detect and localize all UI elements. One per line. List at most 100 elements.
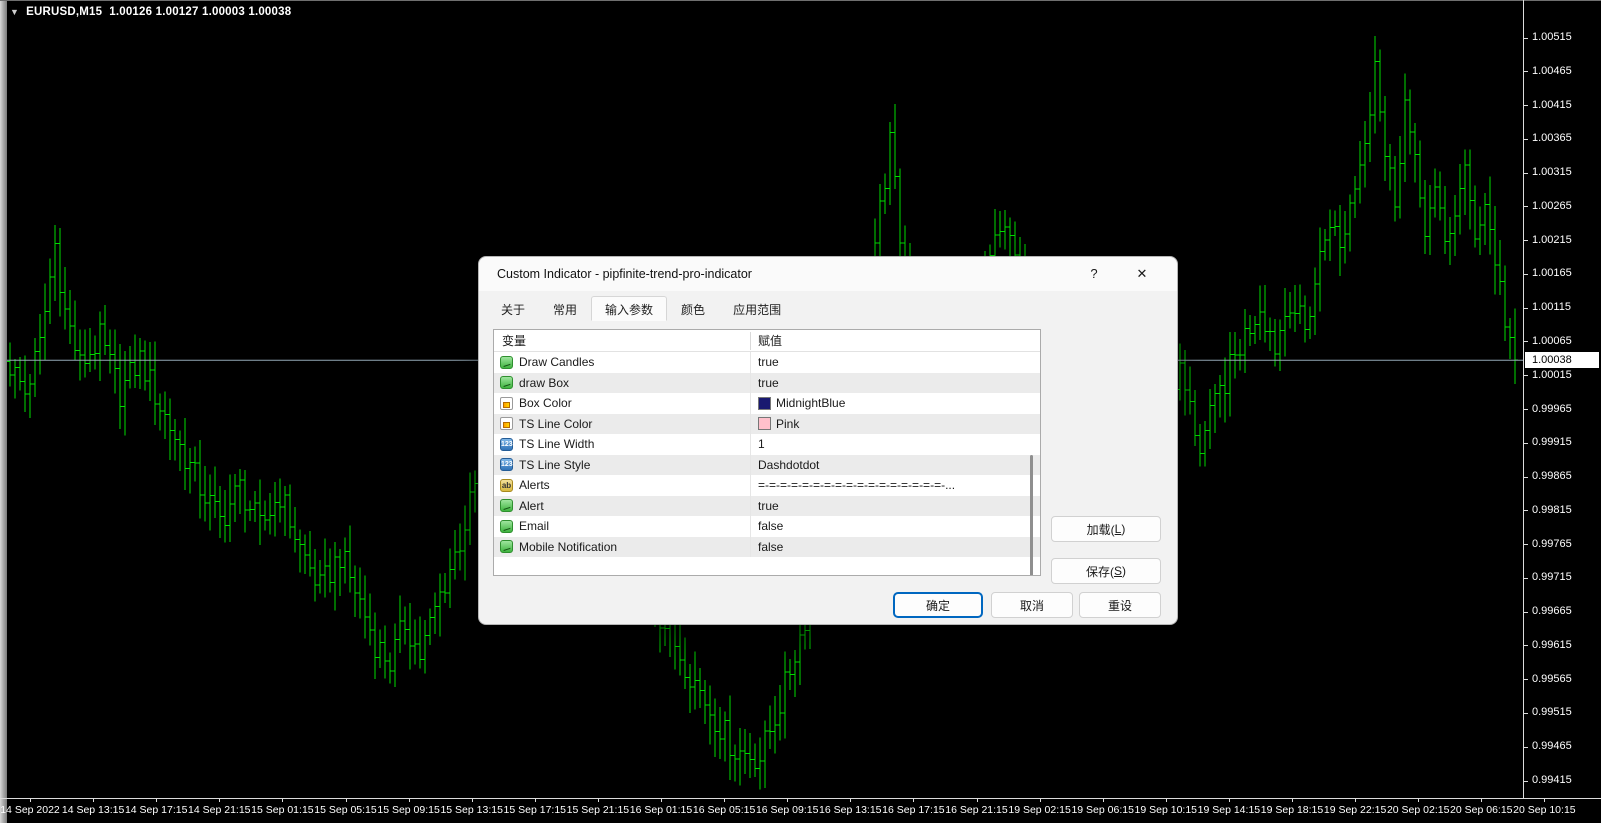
param-name: Alerts xyxy=(519,478,550,493)
param-value-cell[interactable]: =-=-=-=-=-=-=-=-=-=-=-=-=-=-=-=-=-... xyxy=(758,475,955,496)
load-button[interactable]: 加载(L) xyxy=(1051,516,1161,542)
param-value-cell[interactable]: MidnightBlue xyxy=(758,393,845,414)
help-icon[interactable]: ? xyxy=(1079,257,1109,291)
param-value: 1 xyxy=(758,437,765,452)
tab-关于[interactable]: 关于 xyxy=(487,296,539,321)
param-row[interactable]: Draw Candles true xyxy=(494,352,1040,373)
reset-button[interactable]: 重设 xyxy=(1079,592,1161,618)
param-value: =-=-=-=-=-=-=-=-=-=-=-=-=-=-=-=-=-... xyxy=(758,478,956,493)
dialog-titlebar[interactable]: Custom Indicator - pipfinite-trend-pro-i… xyxy=(479,257,1177,291)
time-axis-label: 19 Sep 10:15 xyxy=(1134,804,1198,816)
indicator-green-icon xyxy=(500,499,513,513)
price-tick xyxy=(1524,544,1528,546)
color-page-icon xyxy=(500,396,513,410)
param-name: TS Line Style xyxy=(519,457,591,472)
time-tick xyxy=(724,799,726,802)
scrollbar-thumb[interactable] xyxy=(1030,455,1033,575)
time-axis-line xyxy=(0,798,1601,799)
param-value: MidnightBlue xyxy=(776,396,846,411)
param-value: false xyxy=(758,519,784,534)
param-row[interactable]: 123 TS Line Width 1 xyxy=(494,434,1040,455)
tab-应用范围[interactable]: 应用范围 xyxy=(719,296,795,321)
param-row[interactable]: TS Line Color Pink xyxy=(494,413,1040,435)
tab-输入参数[interactable]: 输入参数 xyxy=(591,296,668,321)
price-tick xyxy=(1524,409,1528,410)
time-tick xyxy=(1102,799,1104,802)
time-axis-label: 16 Sep 09:15 xyxy=(755,804,819,816)
param-value: true xyxy=(758,375,779,390)
color-swatch xyxy=(758,417,771,431)
price-tick xyxy=(1524,273,1528,275)
time-axis-label: 16 Sep 13:15 xyxy=(819,804,882,816)
time-axis-label: 14 Sep 17:15 xyxy=(124,804,188,816)
param-row[interactable]: Mobile Notification false xyxy=(494,536,1040,558)
time-tick xyxy=(219,799,221,802)
cancel-button[interactable]: 取消 xyxy=(991,592,1073,618)
param-value: true xyxy=(758,498,779,513)
tab-颜色[interactable]: 颜色 xyxy=(667,296,719,321)
price-tick xyxy=(1524,577,1528,579)
param-row[interactable]: ab Alerts =-=-=-=-=-=-=-=-=-=-=-=-=-=-=-=-… xyxy=(494,475,1040,496)
price-axis-label: 1.00015 xyxy=(1532,368,1572,381)
param-value-cell[interactable]: true xyxy=(758,496,779,517)
time-tick xyxy=(471,799,473,802)
time-tick xyxy=(1481,799,1483,802)
price-axis-label: 0.99565 xyxy=(1532,672,1572,685)
param-name: draw Box xyxy=(519,375,570,390)
time-tick xyxy=(1228,799,1230,802)
time-tick xyxy=(282,799,284,802)
price-tick xyxy=(1524,37,1528,39)
parameters-table[interactable]: 变量 赋值 Draw Candles true draw Box true Box Co… xyxy=(493,329,1041,576)
time-axis[interactable]: 14 Sep 2022 14 Sep 13:15 14 Sep 17:15 14 Se… xyxy=(0,798,1601,823)
time-axis-label: 15 Sep 01:15 xyxy=(251,804,314,816)
save-button[interactable]: 保存(S) xyxy=(1051,558,1161,584)
param-value-cell[interactable]: true xyxy=(758,352,779,373)
param-value: true xyxy=(758,355,779,370)
param-value-cell[interactable]: false xyxy=(758,537,783,558)
param-name-cell: TS Line Color xyxy=(500,414,592,435)
param-value-cell[interactable]: Pink xyxy=(758,414,799,435)
column-divider xyxy=(750,434,751,455)
table-scrollbar[interactable] xyxy=(1022,352,1040,575)
time-axis-label: 15 Sep 13:15 xyxy=(440,804,503,816)
param-value-cell[interactable]: Dashdotdot xyxy=(758,455,819,476)
dialog-title: Custom Indicator - pipfinite-trend-pro-i… xyxy=(497,267,752,281)
price-axis-label: 0.99915 xyxy=(1532,436,1572,449)
param-name: Email xyxy=(519,519,550,534)
symbol-ohlc-header: ▼ EURUSD,M15 1.00126 1.00127 1.00003 1.0… xyxy=(10,6,291,18)
param-value-cell[interactable]: 1 xyxy=(758,434,765,455)
price-tick xyxy=(1524,206,1528,208)
time-axis-label: 15 Sep 05:15 xyxy=(314,804,377,816)
time-axis-label: 15 Sep 09:15 xyxy=(377,804,440,816)
price-tick xyxy=(1524,679,1528,681)
time-axis-label: 20 Sep 02:15 xyxy=(1386,804,1450,816)
price-axis-label: 0.99415 xyxy=(1532,774,1572,786)
symbol-label: EURUSD,M15 xyxy=(26,6,103,18)
time-tick xyxy=(1165,799,1167,802)
chart-collapse-triangle-icon[interactable]: ▼ xyxy=(10,7,19,17)
price-tick xyxy=(1524,712,1528,714)
param-row[interactable]: Email false xyxy=(494,516,1040,537)
dialog-tab-bar: 关于 常用 输入参数 颜色 应用范围 xyxy=(487,296,795,321)
tab-常用[interactable]: 常用 xyxy=(539,296,591,321)
time-axis-label: 16 Sep 01:15 xyxy=(629,804,693,816)
param-value-cell[interactable]: true xyxy=(758,373,779,394)
price-axis[interactable]: 1.00038 1.00515 1.00465 1.00415 1.00365 1.00… xyxy=(1523,0,1601,798)
time-tick xyxy=(661,799,662,802)
close-icon[interactable]: ✕ xyxy=(1125,257,1159,291)
indicator-green-icon xyxy=(500,519,513,533)
param-name: TS Line Width xyxy=(519,437,595,452)
price-axis-label: 1.00465 xyxy=(1532,64,1572,77)
param-row[interactable]: Box Color MidnightBlue xyxy=(494,393,1040,414)
param-value: Dashdotdot xyxy=(758,457,820,472)
ok-button[interactable]: 确定 xyxy=(893,592,983,618)
param-value: false xyxy=(758,539,784,554)
param-row[interactable]: draw Box true xyxy=(494,372,1040,394)
param-row[interactable]: 123 TS Line Style Dashdotdot xyxy=(494,454,1040,476)
param-row[interactable]: Alert true xyxy=(494,495,1040,517)
price-tick xyxy=(1524,476,1528,478)
param-value-cell[interactable]: false xyxy=(758,516,783,537)
param-name-cell: Box Color xyxy=(500,393,572,414)
time-tick xyxy=(1544,799,1546,802)
time-axis-label: 16 Sep 05:15 xyxy=(692,804,756,816)
